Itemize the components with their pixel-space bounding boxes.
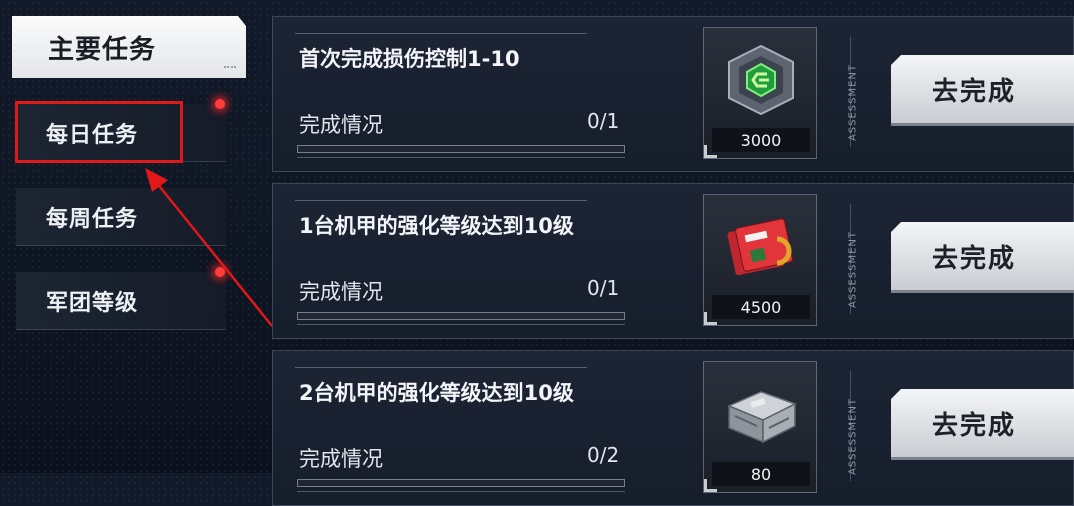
- task-title: 2台机甲的强化等级达到10级: [299, 381, 574, 405]
- tab-legion-level-label: 军团等级: [46, 290, 139, 316]
- go-complete-button[interactable]: 去完成: [891, 55, 1074, 123]
- green-hexagon-chip-icon: [728, 44, 794, 116]
- progress-count: 0/1: [587, 276, 620, 300]
- progress-bar: [297, 312, 625, 320]
- button-shadow-edge: [891, 457, 1074, 460]
- progress-underline: [297, 491, 625, 492]
- tab-main-tasks[interactable]: 主要任务: [12, 16, 246, 78]
- button-shadow-edge: [891, 290, 1074, 293]
- tab-main-tasks-label: 主要任务: [48, 34, 157, 65]
- progress-bar: [297, 479, 625, 487]
- card-divider: [295, 200, 587, 201]
- assessment-label: ASSESSMENT: [847, 397, 859, 476]
- daily-tasks-highlight-box: [15, 101, 183, 163]
- tab-legion-level[interactable]: 军团等级: [16, 272, 226, 330]
- progress-count: 0/2: [587, 443, 620, 467]
- reward-amount: 3000: [712, 128, 810, 152]
- reward-amount: 4500: [712, 295, 810, 319]
- tab-corner-dots: [224, 66, 236, 70]
- task-card-2: 1台机甲的强化等级达到10级 完成情况 0/1 4500 ASSESSMENT …: [272, 183, 1074, 339]
- go-complete-button[interactable]: 去完成: [891, 389, 1074, 457]
- progress-bar: [297, 145, 625, 153]
- metal-crate-icon: [727, 391, 797, 444]
- task-card-1: 首次完成损伤控制1-10 完成情况 0/1 3000 ASSESSMENT 去完…: [272, 16, 1074, 172]
- task-category-sidebar: 主要任务 每日任务 每周任务 军团等级: [0, 0, 270, 473]
- button-shadow-edge: [891, 123, 1074, 126]
- task-card-3: 2台机甲的强化等级达到10级 完成情况 0/2 80 ASSESSMENT 去完…: [272, 350, 1074, 506]
- daily-alert-dot-icon: [215, 99, 225, 109]
- go-complete-button[interactable]: 去完成: [891, 222, 1074, 290]
- tab-weekly-tasks-label: 每周任务: [46, 206, 139, 232]
- reward-slot[interactable]: 4500: [703, 194, 817, 326]
- data-chip-icon: [727, 218, 793, 276]
- task-title: 首次完成损伤控制1-10: [299, 47, 520, 71]
- card-divider: [295, 367, 587, 368]
- progress-label: 完成情况: [299, 447, 383, 471]
- reward-amount: 80: [712, 462, 810, 486]
- progress-count: 0/1: [587, 109, 620, 133]
- progress-underline: [297, 157, 625, 158]
- assessment-label: ASSESSMENT: [847, 230, 859, 309]
- progress-underline: [297, 324, 625, 325]
- reward-corner-decor: [704, 479, 717, 492]
- reward-slot[interactable]: 80: [703, 361, 817, 493]
- assessment-label: ASSESSMENT: [847, 63, 859, 142]
- reward-corner-decor: [704, 312, 717, 325]
- progress-label: 完成情况: [299, 113, 383, 137]
- task-title: 1台机甲的强化等级达到10级: [299, 214, 574, 238]
- card-divider: [295, 33, 587, 34]
- tab-weekly-tasks[interactable]: 每周任务: [16, 188, 226, 246]
- legion-alert-dot-icon: [215, 267, 225, 277]
- reward-slot[interactable]: 3000: [703, 27, 817, 159]
- progress-label: 完成情况: [299, 280, 383, 304]
- reward-corner-decor: [704, 145, 717, 158]
